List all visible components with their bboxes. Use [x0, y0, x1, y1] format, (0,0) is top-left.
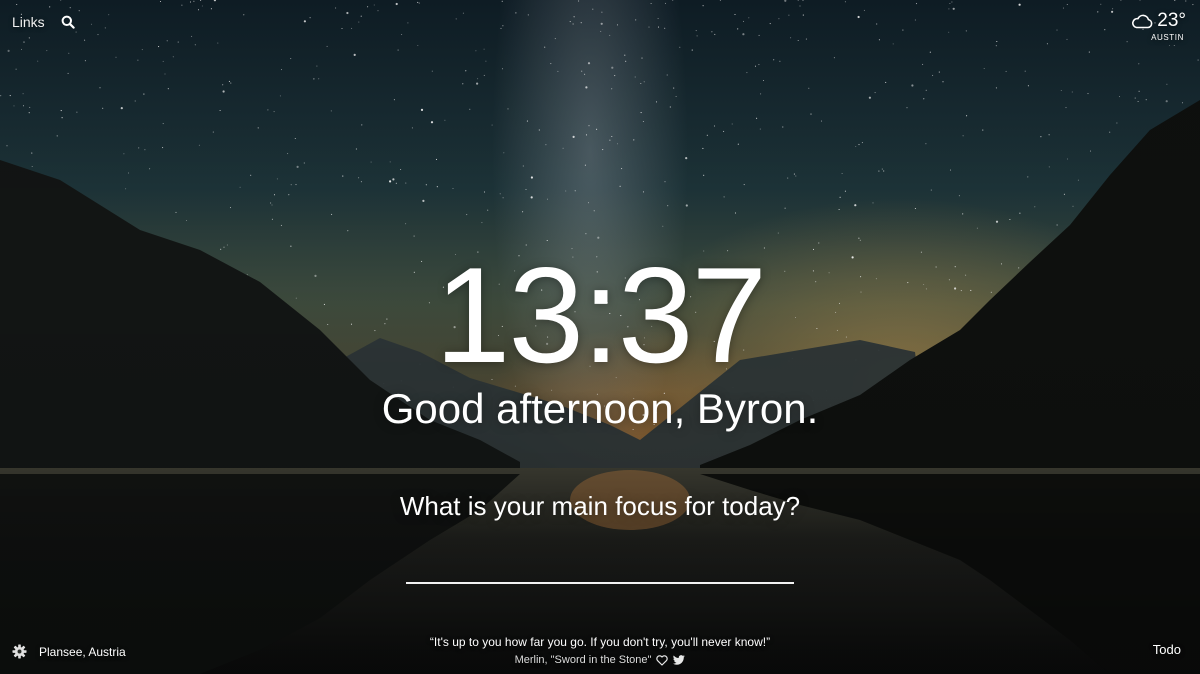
todo-button[interactable]: Todo — [1153, 642, 1181, 657]
focus-question: What is your main focus for today? — [399, 491, 801, 521]
quote-source-row: Merlin, "Sword in the Stone" — [515, 652, 686, 668]
twitter-icon[interactable] — [673, 655, 686, 665]
weather-city: AUSTIN — [1151, 33, 1184, 42]
clock: 13:37 — [434, 239, 767, 391]
quote-text: “It's up to you how far you go. If you d… — [429, 635, 771, 649]
heart-icon[interactable] — [656, 654, 669, 666]
quote-source: Merlin, "Sword in the Stone" — [514, 654, 652, 666]
cloud-icon — [1132, 14, 1153, 29]
quote: “It's up to you how far you go. If you d… — [0, 634, 1200, 668]
greeting: Good afternoon, Byron. — [381, 385, 819, 432]
weather-widget[interactable]: 23° AUSTIN — [1131, 10, 1186, 42]
search-icon[interactable] — [61, 15, 75, 29]
main-center: 13:37 Good afternoon, Byron. What is you… — [0, 242, 1200, 584]
links-button[interactable]: Links — [12, 14, 45, 30]
temperature: 23° — [1157, 10, 1186, 31]
top-left-bar: Links — [12, 14, 75, 30]
focus-input[interactable] — [406, 550, 794, 584]
